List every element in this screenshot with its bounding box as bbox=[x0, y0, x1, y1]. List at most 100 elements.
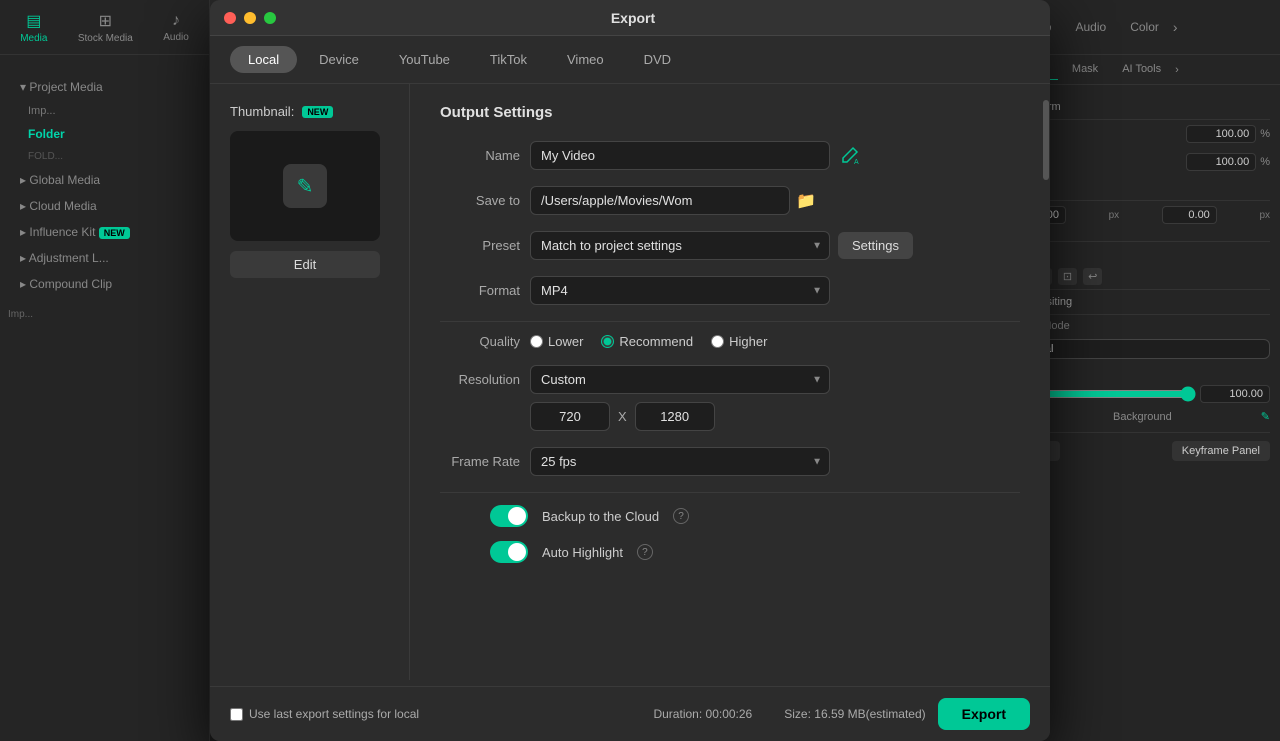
media-tab-audio[interactable]: ♪ Audio bbox=[157, 8, 195, 47]
scale-y-input[interactable] bbox=[1186, 153, 1256, 171]
backup-row: Backup to the Cloud ? bbox=[490, 505, 1020, 527]
sidebar-folder-label: FOLD... bbox=[8, 146, 201, 167]
rp-subtab-aitools[interactable]: AI Tools bbox=[1112, 59, 1171, 80]
save-to-label: Save to bbox=[440, 193, 520, 208]
auto-highlight-info-icon[interactable]: ? bbox=[637, 544, 653, 560]
keyframe-panel-button[interactable]: Keyframe Panel bbox=[1172, 441, 1270, 461]
influence-kit-section: ▸ Influence Kit NEW bbox=[8, 219, 201, 245]
scale-x-input[interactable] bbox=[1186, 125, 1256, 143]
quality-radio-group: Lower Recommend Higher bbox=[530, 334, 767, 349]
frame-rate-row: Frame Rate 25 fps 30 fps 60 fps ▼ bbox=[440, 447, 1020, 476]
pencil-icon: ✎ bbox=[283, 164, 327, 208]
frame-rate-label: Frame Rate bbox=[440, 454, 520, 469]
cloud-media-section: ▸ Cloud Media bbox=[8, 193, 201, 219]
quality-recommend[interactable]: Recommend bbox=[601, 334, 693, 349]
preset-label: Preset bbox=[440, 238, 520, 253]
resolution-height-input[interactable] bbox=[635, 402, 715, 431]
last-settings-checkbox[interactable] bbox=[230, 708, 243, 721]
divider-2 bbox=[440, 492, 1020, 493]
auto-highlight-label: Auto Highlight bbox=[542, 545, 623, 560]
dialog-body: Thumbnail: NEW ✎ Edit Output Settings Na… bbox=[210, 84, 1050, 680]
stock-icon: ⊞ bbox=[99, 11, 112, 31]
quality-lower[interactable]: Lower bbox=[530, 334, 583, 349]
ai-edit-icon[interactable]: AI bbox=[838, 145, 860, 167]
duration-info: Duration: 00:00:26 bbox=[653, 707, 752, 721]
auto-highlight-thumb bbox=[508, 543, 526, 561]
rp-align-btn-4[interactable]: ↩ bbox=[1083, 268, 1102, 285]
auto-highlight-row: Auto Highlight ? bbox=[490, 541, 1020, 563]
last-settings-label: Use last export settings for local bbox=[249, 707, 419, 721]
rp-tab-color[interactable]: Color bbox=[1120, 16, 1169, 38]
project-media-section: ▾ Project Media bbox=[8, 74, 201, 100]
export-tabs: Local Device YouTube TikTok Vimeo DVD bbox=[210, 36, 1050, 84]
tab-vimeo[interactable]: Vimeo bbox=[549, 46, 622, 73]
settings-button[interactable]: Settings bbox=[838, 232, 913, 259]
rp-align-btn-3[interactable]: ⊡ bbox=[1058, 268, 1077, 285]
sidebar-folder[interactable]: Folder bbox=[8, 122, 201, 146]
export-button[interactable]: Export bbox=[938, 698, 1030, 730]
frame-rate-select[interactable]: 25 fps 30 fps 60 fps bbox=[530, 447, 830, 476]
scale-y-unit: % bbox=[1260, 156, 1270, 168]
adjustment-section: ▸ Adjustment L... bbox=[8, 245, 201, 271]
format-select[interactable]: MP4 bbox=[530, 276, 830, 305]
format-label: Format bbox=[440, 283, 520, 298]
backup-toggle-thumb bbox=[508, 507, 526, 525]
media-tab-stock[interactable]: ⊞ Stock Media bbox=[72, 7, 139, 48]
tab-device[interactable]: Device bbox=[301, 46, 377, 73]
quality-recommend-label: Recommend bbox=[619, 334, 693, 349]
export-dialog: Export Local Device YouTube TikTok Vimeo… bbox=[210, 0, 1050, 741]
thumbnail-new-badge: NEW bbox=[302, 106, 333, 118]
sidebar-import[interactable]: Imp... bbox=[8, 100, 201, 122]
position-y-input[interactable] bbox=[1162, 206, 1217, 224]
tab-dvd[interactable]: DVD bbox=[626, 46, 689, 73]
save-to-row: Save to 📁 bbox=[440, 186, 1020, 215]
scroll-thumb bbox=[1043, 100, 1049, 180]
backup-toggle[interactable] bbox=[490, 505, 528, 527]
thumbnail-panel: Thumbnail: NEW ✎ Edit bbox=[210, 84, 410, 680]
resolution-x-label: X bbox=[618, 409, 627, 424]
position-px-label: px bbox=[1109, 210, 1120, 221]
save-to-input[interactable] bbox=[530, 186, 790, 215]
dialog-title: Export bbox=[284, 10, 982, 26]
thumbnail-preview[interactable]: ✎ bbox=[230, 131, 380, 241]
preset-select[interactable]: Match to project settings bbox=[530, 231, 830, 260]
tab-tiktok[interactable]: TikTok bbox=[472, 46, 545, 73]
dialog-footer: Use last export settings for local Durat… bbox=[210, 686, 1050, 741]
quality-higher-radio[interactable] bbox=[711, 335, 724, 348]
name-input[interactable] bbox=[530, 141, 830, 170]
opacity-input[interactable] bbox=[1200, 385, 1270, 403]
rp-subtab-mask[interactable]: Mask bbox=[1062, 59, 1108, 80]
name-label: Name bbox=[440, 148, 520, 163]
sidebar: ▤ Media ⊞ Stock Media ♪ Audio ▾ Project … bbox=[0, 0, 210, 741]
resolution-label: Resolution bbox=[440, 372, 520, 387]
quality-lower-label: Lower bbox=[548, 334, 583, 349]
maximize-button[interactable] bbox=[264, 12, 276, 24]
position-py-label: px bbox=[1259, 210, 1270, 221]
quality-row: Quality Lower Recommend Higher bbox=[440, 334, 1020, 349]
rp-subtab-chevron[interactable]: › bbox=[1175, 59, 1179, 80]
backup-label: Backup to the Cloud bbox=[542, 509, 659, 524]
resolution-select[interactable]: Custom 1920x1080 1280x720 bbox=[530, 365, 830, 394]
rp-tab-audio[interactable]: Audio bbox=[1065, 16, 1116, 38]
rp-chevron-right[interactable]: › bbox=[1173, 19, 1178, 35]
quality-label: Quality bbox=[440, 334, 520, 349]
quality-higher[interactable]: Higher bbox=[711, 334, 767, 349]
media-tab-media[interactable]: ▤ Media bbox=[14, 7, 53, 48]
scroll-track[interactable] bbox=[1042, 100, 1050, 500]
tab-local[interactable]: Local bbox=[230, 46, 297, 73]
background-edit-icon[interactable]: ✎ bbox=[1261, 410, 1270, 423]
tab-youtube[interactable]: YouTube bbox=[381, 46, 468, 73]
minimize-button[interactable] bbox=[244, 12, 256, 24]
resolution-width-input[interactable] bbox=[530, 402, 610, 431]
folder-browse-icon[interactable]: 📁 bbox=[796, 191, 816, 211]
last-settings-checkbox-label[interactable]: Use last export settings for local bbox=[230, 707, 419, 721]
close-button[interactable] bbox=[224, 12, 236, 24]
quality-recommend-radio[interactable] bbox=[601, 335, 614, 348]
backup-info-icon[interactable]: ? bbox=[673, 508, 689, 524]
auto-highlight-toggle[interactable] bbox=[490, 541, 528, 563]
edit-thumbnail-button[interactable]: Edit bbox=[230, 251, 380, 278]
resolution-row: Resolution Custom 1920x1080 1280x720 ▼ bbox=[440, 365, 1020, 394]
compound-clip-section: ▸ Compound Clip bbox=[8, 271, 201, 297]
media-toolbar: ▤ Media ⊞ Stock Media ♪ Audio bbox=[0, 0, 210, 55]
quality-lower-radio[interactable] bbox=[530, 335, 543, 348]
